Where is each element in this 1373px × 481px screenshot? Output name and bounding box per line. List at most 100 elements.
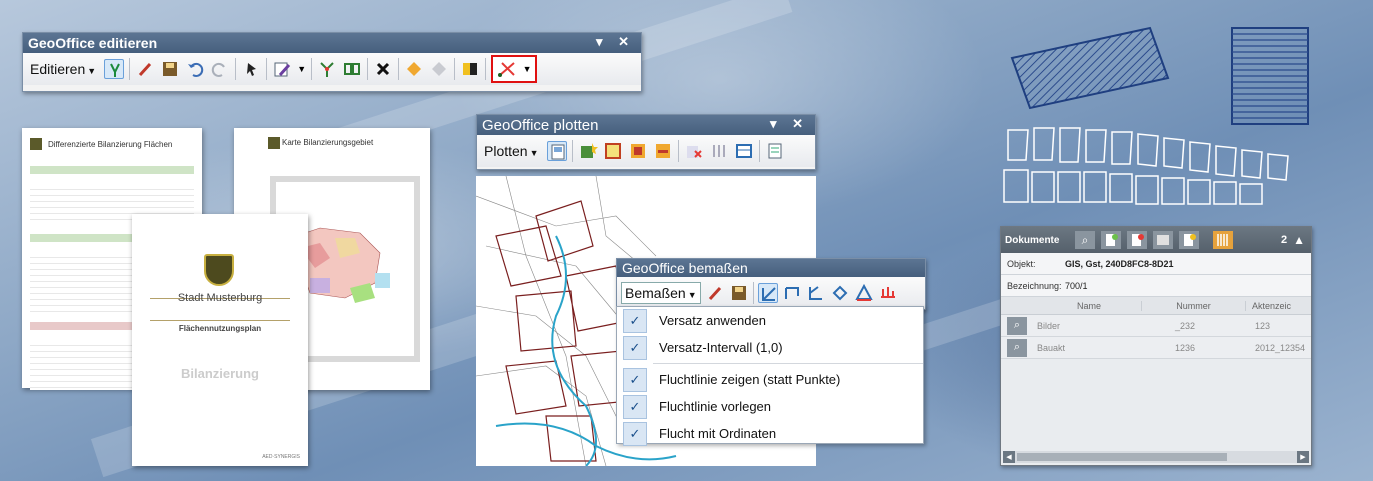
menu-item-flucht-ordinaten[interactable]: ✓ Flucht mit Ordinaten [617, 420, 923, 447]
collapse-icon[interactable]: ▲ [1293, 233, 1305, 247]
menu-item-label: Versatz-Intervall (1,0) [659, 340, 783, 355]
save-icon[interactable] [729, 283, 749, 303]
diamond-icon[interactable] [404, 59, 424, 79]
menu-item-fluchtlinie-vorlegen[interactable]: ✓ Fluchtlinie vorlegen [617, 393, 923, 420]
column-aktenzeichen[interactable]: Aktenzeic [1245, 300, 1311, 311]
menu-item-versatz-anwenden[interactable]: ✓ Versatz anwenden [617, 307, 923, 334]
layout-icon[interactable] [546, 141, 567, 161]
dim-triangle-icon[interactable] [854, 283, 874, 303]
redo-icon[interactable] [210, 59, 230, 79]
menu-item-label: Versatz anwenden [659, 313, 766, 328]
dimension-icon [497, 62, 515, 77]
chevron-down-icon[interactable]: ▼ [523, 64, 532, 74]
dim-window-title-text: GeoOffice bemaßen [622, 260, 748, 276]
check-icon: ✓ [623, 421, 647, 446]
magnify-icon[interactable]: ⌕ [1007, 338, 1027, 357]
documents-title: Dokumente [1005, 234, 1060, 246]
row-name: Bilder [1037, 320, 1061, 331]
properties-icon[interactable] [765, 141, 785, 161]
dim-ordinate-icon[interactable] [878, 283, 898, 303]
select-icon[interactable] [104, 59, 125, 79]
row-nummer: _232 [1175, 320, 1196, 331]
document-add-icon[interactable] [1101, 231, 1121, 249]
menu-item-versatz-intervall[interactable]: ✓ Versatz-Intervall (1,0) [617, 334, 923, 361]
bezeichnung-row: Bezeichnung: 700/1 [1001, 275, 1311, 297]
report-section: Bilanzierung [180, 366, 259, 381]
horizontal-scrollbar[interactable]: ◀ ▶ [1003, 451, 1309, 463]
column-name[interactable]: Name [1037, 301, 1141, 311]
document-edit-icon[interactable] [1179, 231, 1199, 249]
table-icon[interactable] [734, 141, 754, 161]
documents-count: 2 [1280, 234, 1288, 246]
plot-toolbar-window: GeoOffice plotten ▾ ✕ Plotten ▼ [476, 114, 816, 170]
magnify-icon[interactable]: ⌕ [1075, 231, 1095, 249]
table-header-band [30, 166, 194, 174]
scrollbar-thumb[interactable] [1017, 453, 1227, 461]
divider [752, 282, 754, 304]
grid-icon[interactable] [709, 141, 729, 161]
plot-window-title-text: GeoOffice plotten [482, 116, 599, 134]
row-nummer: 1236 [1175, 342, 1196, 353]
pointer-icon[interactable] [241, 59, 261, 79]
plot-delete-icon[interactable] [684, 141, 704, 161]
dim-dropdown-label: Bemaßen [625, 285, 686, 301]
scroll-left-icon[interactable]: ◀ [1003, 451, 1015, 463]
row-aktenzeichen: 2012_12354 [1255, 342, 1306, 353]
table-row[interactable]: ⌕ Bauakt 1236 2012_12354 [1001, 337, 1311, 359]
bezeichnung-label: Bezeichnung: [1007, 280, 1062, 291]
table-header: Name Nummer Aktenzeic [1001, 297, 1311, 315]
dim-toolbar: Bemaßen ▼ [617, 277, 925, 309]
save-icon[interactable] [160, 59, 180, 79]
divider [485, 58, 487, 80]
edit-attr-icon[interactable] [272, 59, 292, 79]
table-row[interactable]: ⌕ Bilder _232 123 [1001, 315, 1311, 337]
edit-window-title[interactable]: GeoOffice editieren ▾ ✕ [23, 33, 641, 53]
barcode-icon[interactable] [1213, 231, 1233, 249]
plot-dropdown-label: Plotten [484, 143, 528, 159]
pencil-icon[interactable] [135, 59, 155, 79]
document-remove-icon[interactable] [1127, 231, 1147, 249]
blueprint-graphics [1003, 26, 1309, 205]
plot-add-icon[interactable] [628, 141, 648, 161]
edit-dropdown[interactable]: Editieren ▼ [27, 61, 99, 77]
plot-frame-icon[interactable] [603, 141, 623, 161]
check-icon: ✓ [623, 335, 647, 360]
dimension-toolbar-window: GeoOffice bemaßen Bemaßen ▼ [616, 258, 926, 310]
divider [758, 140, 760, 162]
report-back-title: Differenzierte Bilanzierung Flächen [48, 139, 173, 149]
delete-icon[interactable] [373, 59, 393, 79]
split-icon[interactable] [317, 59, 337, 79]
divider [398, 58, 400, 80]
menu-item-label: Fluchtlinie zeigen (statt Punkte) [659, 372, 841, 387]
white-outlines [1003, 127, 1289, 205]
dimension-tool-button[interactable]: ▼ [491, 55, 538, 83]
plot-new-icon[interactable] [578, 141, 598, 161]
check-icon: ✓ [623, 367, 647, 392]
documents-header: Dokumente ⌕ 2 ▲ [1001, 227, 1311, 253]
undo-icon[interactable] [185, 59, 205, 79]
dim-area-icon[interactable] [830, 283, 850, 303]
window-controls[interactable]: ▾ ✕ [770, 116, 809, 132]
menu-item-fluchtlinie-zeigen[interactable]: ✓ Fluchtlinie zeigen (statt Punkte) [617, 366, 923, 393]
dim-dropdown[interactable]: Bemaßen ▼ [621, 282, 701, 304]
dim-line-icon[interactable] [757, 283, 778, 303]
chevron-down-icon[interactable]: ▼ [297, 64, 306, 74]
column-nummer[interactable]: Nummer [1141, 300, 1245, 311]
window-controls[interactable]: ▾ ✕ [596, 34, 635, 50]
plot-window-title[interactable]: GeoOffice plotten ▾ ✕ [477, 115, 815, 135]
pencil-icon[interactable] [705, 283, 725, 303]
plot-remove-icon[interactable] [653, 141, 673, 161]
eraser-icon[interactable] [429, 59, 449, 79]
swap-icon[interactable] [460, 59, 480, 79]
dim-angle-icon[interactable] [806, 283, 826, 303]
plot-dropdown[interactable]: Plotten ▼ [481, 143, 542, 159]
scroll-right-icon[interactable]: ▶ [1297, 451, 1309, 463]
dim-window-title[interactable]: GeoOffice bemaßen [617, 259, 925, 277]
report-plan: Flächennutzungsplan [178, 324, 262, 333]
magnify-icon[interactable]: ⌕ [1007, 316, 1027, 335]
plot-toolbar: Plotten ▼ [477, 135, 815, 167]
merge-icon[interactable] [342, 59, 362, 79]
dim-rect-icon[interactable] [782, 283, 802, 303]
objekt-value: GIS, Gst, 240D8FC8-8D21 [1065, 258, 1174, 269]
document-link-icon[interactable] [1153, 231, 1173, 249]
